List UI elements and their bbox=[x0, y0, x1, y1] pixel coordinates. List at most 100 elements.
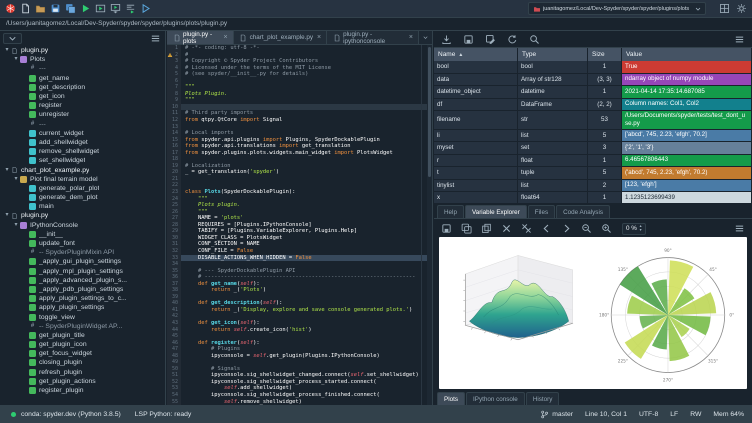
cell-size[interactable]: 2 bbox=[588, 180, 622, 192]
run-file-icon[interactable] bbox=[79, 2, 92, 15]
tab-help[interactable]: Help bbox=[437, 205, 464, 218]
import-data-icon[interactable] bbox=[440, 33, 453, 46]
code-area[interactable]: 1# -*- coding: utf-8 -*-2#3# Copyright ©… bbox=[167, 45, 427, 405]
run-cell-icon[interactable] bbox=[94, 2, 107, 15]
eol-status[interactable]: LF bbox=[670, 411, 678, 418]
cell-size[interactable]: 3 bbox=[588, 142, 622, 154]
cell-size[interactable]: (3, 3) bbox=[588, 74, 622, 86]
tree-expand-icon[interactable]: ▾ bbox=[12, 175, 20, 184]
outline-item[interactable]: main bbox=[0, 202, 165, 211]
outline-item[interactable]: get_name bbox=[0, 74, 165, 83]
cell-name[interactable]: df bbox=[434, 99, 518, 111]
run-selection-icon[interactable] bbox=[124, 2, 137, 15]
outline-item[interactable]: ▾IPythonConsole bbox=[0, 221, 165, 230]
save-data-as-icon[interactable] bbox=[484, 33, 497, 46]
outline-item[interactable]: closing_plugin bbox=[0, 358, 165, 367]
remove-all-icon[interactable] bbox=[520, 222, 533, 235]
outline-item[interactable]: get_plugin_title bbox=[0, 331, 165, 340]
zoom-spinbox[interactable]: 0 % ▲▼ bbox=[622, 223, 646, 235]
browse-tabs-icon[interactable] bbox=[419, 31, 432, 44]
cell-name[interactable]: t bbox=[434, 167, 518, 179]
cell-type[interactable]: bool bbox=[518, 61, 588, 73]
memory-status[interactable]: Mem 64% bbox=[713, 411, 744, 418]
outline-item[interactable]: _apply_gui_plugin_settings bbox=[0, 257, 165, 266]
scrollbar-thumb[interactable] bbox=[428, 47, 431, 177]
tab-variable-explorer[interactable]: Variable Explorer bbox=[465, 205, 527, 218]
outline-item[interactable]: set_shellwidget bbox=[0, 156, 165, 165]
cell-type[interactable]: DataFrame bbox=[518, 99, 588, 111]
cell-type[interactable]: tuple bbox=[518, 167, 588, 179]
cell-value[interactable]: ndarray object of numpy module bbox=[622, 74, 752, 86]
previous-plot-icon[interactable] bbox=[540, 222, 553, 235]
editor-tab[interactable]: plugin.py - ipythonconsole× bbox=[327, 31, 419, 44]
cursor-position[interactable]: Line 10, Col 1 bbox=[585, 411, 627, 418]
options-menu-icon[interactable] bbox=[149, 32, 162, 45]
editor-scrollbar[interactable] bbox=[427, 45, 432, 405]
cell-name[interactable]: r bbox=[434, 155, 518, 167]
outline-item[interactable]: get_plugin_icon bbox=[0, 340, 165, 349]
save-plot-icon[interactable] bbox=[440, 222, 453, 235]
outline-item[interactable]: _apply_pdb_plugin_settings bbox=[0, 285, 165, 294]
cell-name[interactable]: tinylist bbox=[434, 180, 518, 192]
outline-item[interactable]: get_focus_widget bbox=[0, 349, 165, 358]
outline-item[interactable]: get_icon bbox=[0, 92, 165, 101]
cell-size[interactable]: 5 bbox=[588, 167, 622, 179]
zoom-out-icon[interactable] bbox=[580, 222, 593, 235]
lsp-status[interactable]: LSP Python: ready bbox=[135, 411, 192, 418]
cell-size[interactable]: 1 bbox=[588, 155, 622, 167]
chevron-down-icon[interactable] bbox=[693, 4, 702, 13]
open-file-icon[interactable] bbox=[34, 2, 47, 15]
cell-value[interactable]: ['abcd', 745, 2.23, 'efgh', 70.2] bbox=[622, 130, 752, 142]
outline-item[interactable]: get_description bbox=[0, 83, 165, 92]
env-status[interactable]: conda: spyder.dev (Python 3.8.5) bbox=[8, 409, 121, 419]
cell-size[interactable]: 5 bbox=[588, 130, 622, 142]
cell-type[interactable]: Array of str128 bbox=[518, 74, 588, 86]
cell-name[interactable]: datetime_object bbox=[434, 86, 518, 98]
column-header-type[interactable]: Type bbox=[518, 48, 588, 61]
remove-icon[interactable] bbox=[500, 222, 513, 235]
run-cell-advance-icon[interactable] bbox=[109, 2, 122, 15]
cell-type[interactable]: datetime bbox=[518, 86, 588, 98]
variable-row[interactable]: rfloat16.46567806443 bbox=[434, 155, 752, 168]
code-line[interactable]: 17from spyder.plugins.plots.widgets.main… bbox=[167, 150, 427, 157]
options-menu-icon[interactable] bbox=[733, 33, 746, 46]
cell-size[interactable]: 53 bbox=[588, 111, 622, 129]
refresh-icon[interactable] bbox=[506, 33, 519, 46]
copy-icon[interactable] bbox=[480, 222, 493, 235]
outline-item[interactable]: ▾chart_plot_example.py bbox=[0, 165, 165, 174]
outline-item[interactable]: _apply_advanced_plugin_s... bbox=[0, 276, 165, 285]
outline-item[interactable]: add_shellwidget bbox=[0, 138, 165, 147]
outline-item[interactable]: #-- SpyderPluginWidget AP... bbox=[0, 322, 165, 331]
cell-name[interactable]: x bbox=[434, 192, 518, 203]
outline-item[interactable]: get_plugin_actions bbox=[0, 377, 165, 386]
outline-item[interactable]: ▾plugin.py bbox=[0, 46, 165, 55]
outline-item[interactable]: unregister bbox=[0, 110, 165, 119]
variable-row[interactable]: filenamestr53/Users/Documents/spyder/tes… bbox=[434, 111, 752, 130]
options-menu-icon[interactable] bbox=[733, 222, 746, 235]
tree-expand-icon[interactable]: ▾ bbox=[3, 46, 11, 55]
cell-type[interactable]: list bbox=[518, 130, 588, 142]
next-plot-icon[interactable] bbox=[560, 222, 573, 235]
editor-tab[interactable]: chart_plot_example.py× bbox=[234, 31, 327, 44]
cell-name[interactable]: li bbox=[434, 130, 518, 142]
cell-value[interactable]: /Users/Documents/spyder/tests/test_dont_… bbox=[622, 111, 752, 129]
cell-value[interactable]: 6.46567806443 bbox=[622, 155, 752, 167]
variable-row[interactable]: xfloat6411.1235123699439 bbox=[434, 192, 752, 203]
spyder-logo-icon[interactable] bbox=[4, 2, 17, 15]
figure-canvas[interactable]: 0°45°90°135°180°225°270°315° bbox=[439, 237, 747, 389]
cell-size[interactable]: 1 bbox=[588, 192, 622, 203]
cell-size[interactable]: 1 bbox=[588, 86, 622, 98]
cell-value[interactable]: Column names: Col1, Col2 bbox=[622, 99, 752, 111]
outline-item[interactable]: __init__ bbox=[0, 230, 165, 239]
cell-value[interactable]: 2021-04-14 17:35:14.687085 bbox=[622, 86, 752, 98]
encoding-status[interactable]: UTF-8 bbox=[639, 411, 658, 418]
variable-row[interactable]: lilist5['abcd', 745, 2.23, 'efgh', 70.2] bbox=[434, 130, 752, 143]
editor-tab[interactable]: plugin.py - plots× bbox=[167, 31, 234, 44]
working-directory-combobox[interactable]: juanitagomez/Local/Dev-Spyder/spyder/spy… bbox=[528, 2, 706, 15]
column-header-value[interactable]: Value bbox=[622, 48, 752, 61]
outline-item[interactable]: #-- SpyderPluginMixin API bbox=[0, 248, 165, 257]
cell-type[interactable]: str bbox=[518, 111, 588, 129]
save-all-plots-icon[interactable] bbox=[460, 222, 473, 235]
tree-expand-icon[interactable]: ▾ bbox=[3, 211, 11, 220]
readwrite-status[interactable]: RW bbox=[690, 411, 701, 418]
